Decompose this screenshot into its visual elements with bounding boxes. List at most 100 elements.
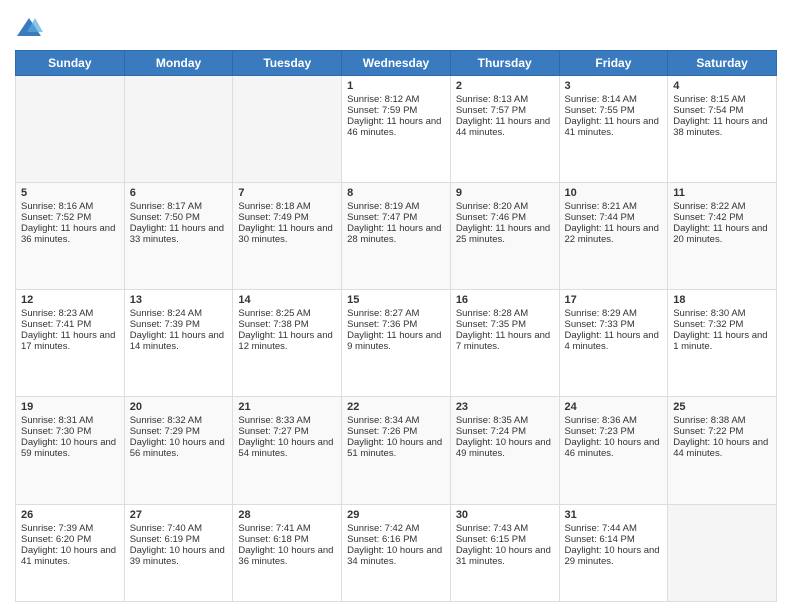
sunset-text: Sunset: 6:14 PM	[565, 534, 663, 545]
weekday-header-saturday: Saturday	[668, 51, 777, 76]
day-number: 11	[673, 187, 771, 199]
calendar-cell: 9Sunrise: 8:20 AMSunset: 7:46 PMDaylight…	[450, 183, 559, 290]
calendar-cell: 18Sunrise: 8:30 AMSunset: 7:32 PMDayligh…	[668, 290, 777, 397]
sunset-text: Sunset: 7:55 PM	[565, 105, 663, 116]
day-number: 3	[565, 80, 663, 92]
calendar-cell: 22Sunrise: 8:34 AMSunset: 7:26 PMDayligh…	[342, 397, 451, 504]
week-row-0: 1Sunrise: 8:12 AMSunset: 7:59 PMDaylight…	[16, 76, 777, 183]
daylight-text: Daylight: 10 hours and 41 minutes.	[21, 545, 119, 567]
calendar-cell: 27Sunrise: 7:40 AMSunset: 6:19 PMDayligh…	[124, 504, 233, 601]
calendar-cell	[668, 504, 777, 601]
daylight-text: Daylight: 10 hours and 44 minutes.	[673, 437, 771, 459]
sunrise-text: Sunrise: 8:36 AM	[565, 415, 663, 426]
sunset-text: Sunset: 7:52 PM	[21, 212, 119, 223]
day-number: 22	[347, 401, 445, 413]
day-number: 18	[673, 294, 771, 306]
day-number: 15	[347, 294, 445, 306]
calendar-cell	[124, 76, 233, 183]
sunrise-text: Sunrise: 8:14 AM	[565, 94, 663, 105]
day-number: 14	[238, 294, 336, 306]
daylight-text: Daylight: 11 hours and 36 minutes.	[21, 223, 119, 245]
calendar-cell	[16, 76, 125, 183]
day-number: 31	[565, 509, 663, 521]
sunrise-text: Sunrise: 7:42 AM	[347, 523, 445, 534]
sunrise-text: Sunrise: 7:44 AM	[565, 523, 663, 534]
sunset-text: Sunset: 7:38 PM	[238, 319, 336, 330]
sunset-text: Sunset: 7:36 PM	[347, 319, 445, 330]
day-number: 21	[238, 401, 336, 413]
weekday-header-thursday: Thursday	[450, 51, 559, 76]
calendar-cell: 19Sunrise: 8:31 AMSunset: 7:30 PMDayligh…	[16, 397, 125, 504]
calendar-cell: 16Sunrise: 8:28 AMSunset: 7:35 PMDayligh…	[450, 290, 559, 397]
sunset-text: Sunset: 7:33 PM	[565, 319, 663, 330]
sunrise-text: Sunrise: 8:12 AM	[347, 94, 445, 105]
daylight-text: Daylight: 10 hours and 59 minutes.	[21, 437, 119, 459]
day-number: 29	[347, 509, 445, 521]
calendar-cell: 25Sunrise: 8:38 AMSunset: 7:22 PMDayligh…	[668, 397, 777, 504]
daylight-text: Daylight: 10 hours and 54 minutes.	[238, 437, 336, 459]
daylight-text: Daylight: 11 hours and 1 minute.	[673, 330, 771, 352]
daylight-text: Daylight: 11 hours and 33 minutes.	[130, 223, 228, 245]
sunset-text: Sunset: 7:39 PM	[130, 319, 228, 330]
daylight-text: Daylight: 11 hours and 44 minutes.	[456, 116, 554, 138]
calendar-cell: 11Sunrise: 8:22 AMSunset: 7:42 PMDayligh…	[668, 183, 777, 290]
day-number: 25	[673, 401, 771, 413]
sunset-text: Sunset: 6:20 PM	[21, 534, 119, 545]
sunrise-text: Sunrise: 8:31 AM	[21, 415, 119, 426]
daylight-text: Daylight: 11 hours and 38 minutes.	[673, 116, 771, 138]
sunset-text: Sunset: 7:50 PM	[130, 212, 228, 223]
weekday-header-monday: Monday	[124, 51, 233, 76]
sunrise-text: Sunrise: 8:21 AM	[565, 201, 663, 212]
daylight-text: Daylight: 11 hours and 4 minutes.	[565, 330, 663, 352]
sunrise-text: Sunrise: 8:32 AM	[130, 415, 228, 426]
calendar-cell: 13Sunrise: 8:24 AMSunset: 7:39 PMDayligh…	[124, 290, 233, 397]
day-number: 10	[565, 187, 663, 199]
calendar-cell: 8Sunrise: 8:19 AMSunset: 7:47 PMDaylight…	[342, 183, 451, 290]
daylight-text: Daylight: 11 hours and 20 minutes.	[673, 223, 771, 245]
daylight-text: Daylight: 10 hours and 36 minutes.	[238, 545, 336, 567]
sunset-text: Sunset: 7:23 PM	[565, 426, 663, 437]
week-row-1: 5Sunrise: 8:16 AMSunset: 7:52 PMDaylight…	[16, 183, 777, 290]
calendar-cell: 15 Sunrise: 8:27 AMSunset: 7:36 PMDayligh…	[342, 290, 451, 397]
daylight-text: Daylight: 11 hours and 28 minutes.	[347, 223, 445, 245]
day-number: 12	[21, 294, 119, 306]
sunrise-text: Sunrise: 8:27 AM	[347, 308, 445, 319]
calendar-cell: 2Sunrise: 8:13 AMSunset: 7:57 PMDaylight…	[450, 76, 559, 183]
day-number: 20	[130, 401, 228, 413]
daylight-text: Daylight: 11 hours and 41 minutes.	[565, 116, 663, 138]
sunset-text: Sunset: 7:27 PM	[238, 426, 336, 437]
week-row-2: 12Sunrise: 8:23 AMSunset: 7:41 PMDayligh…	[16, 290, 777, 397]
calendar-cell: 14Sunrise: 8:25 AMSunset: 7:38 PMDayligh…	[233, 290, 342, 397]
header	[15, 10, 777, 42]
page: SundayMondayTuesdayWednesdayThursdayFrid…	[0, 0, 792, 612]
sunrise-text: Sunrise: 8:23 AM	[21, 308, 119, 319]
calendar-cell: 12Sunrise: 8:23 AMSunset: 7:41 PMDayligh…	[16, 290, 125, 397]
logo	[15, 14, 47, 42]
sunset-text: Sunset: 7:57 PM	[456, 105, 554, 116]
day-number: 24	[565, 401, 663, 413]
calendar-cell: 10Sunrise: 8:21 AMSunset: 7:44 PMDayligh…	[559, 183, 668, 290]
sunset-text: Sunset: 7:35 PM	[456, 319, 554, 330]
daylight-text: Daylight: 11 hours and 9 minutes.	[347, 330, 445, 352]
calendar-cell: 17Sunrise: 8:29 AMSunset: 7:33 PMDayligh…	[559, 290, 668, 397]
day-number: 30	[456, 509, 554, 521]
day-number: 26	[21, 509, 119, 521]
sunset-text: Sunset: 7:24 PM	[456, 426, 554, 437]
daylight-text: Daylight: 11 hours and 25 minutes.	[456, 223, 554, 245]
day-number: 4	[673, 80, 771, 92]
sunset-text: Sunset: 7:30 PM	[21, 426, 119, 437]
day-number: 2	[456, 80, 554, 92]
calendar-cell: 28Sunrise: 7:41 AMSunset: 6:18 PMDayligh…	[233, 504, 342, 601]
calendar-cell: 4 Sunrise: 8:15 AMSunset: 7:54 PMDaylight…	[668, 76, 777, 183]
week-row-3: 19Sunrise: 8:31 AMSunset: 7:30 PMDayligh…	[16, 397, 777, 504]
sunrise-text: Sunrise: 7:39 AM	[21, 523, 119, 534]
sunrise-text: Sunrise: 8:16 AM	[21, 201, 119, 212]
daylight-text: Daylight: 11 hours and 22 minutes.	[565, 223, 663, 245]
weekday-header-sunday: Sunday	[16, 51, 125, 76]
daylight-text: Daylight: 11 hours and 30 minutes.	[238, 223, 336, 245]
sunset-text: Sunset: 7:54 PM	[673, 105, 771, 116]
daylight-text: Daylight: 10 hours and 39 minutes.	[130, 545, 228, 567]
day-number: 27	[130, 509, 228, 521]
calendar-cell: 31Sunrise: 7:44 AMSunset: 6:14 PMDayligh…	[559, 504, 668, 601]
sunrise-text: Sunrise: 8:15 AM	[673, 94, 771, 105]
